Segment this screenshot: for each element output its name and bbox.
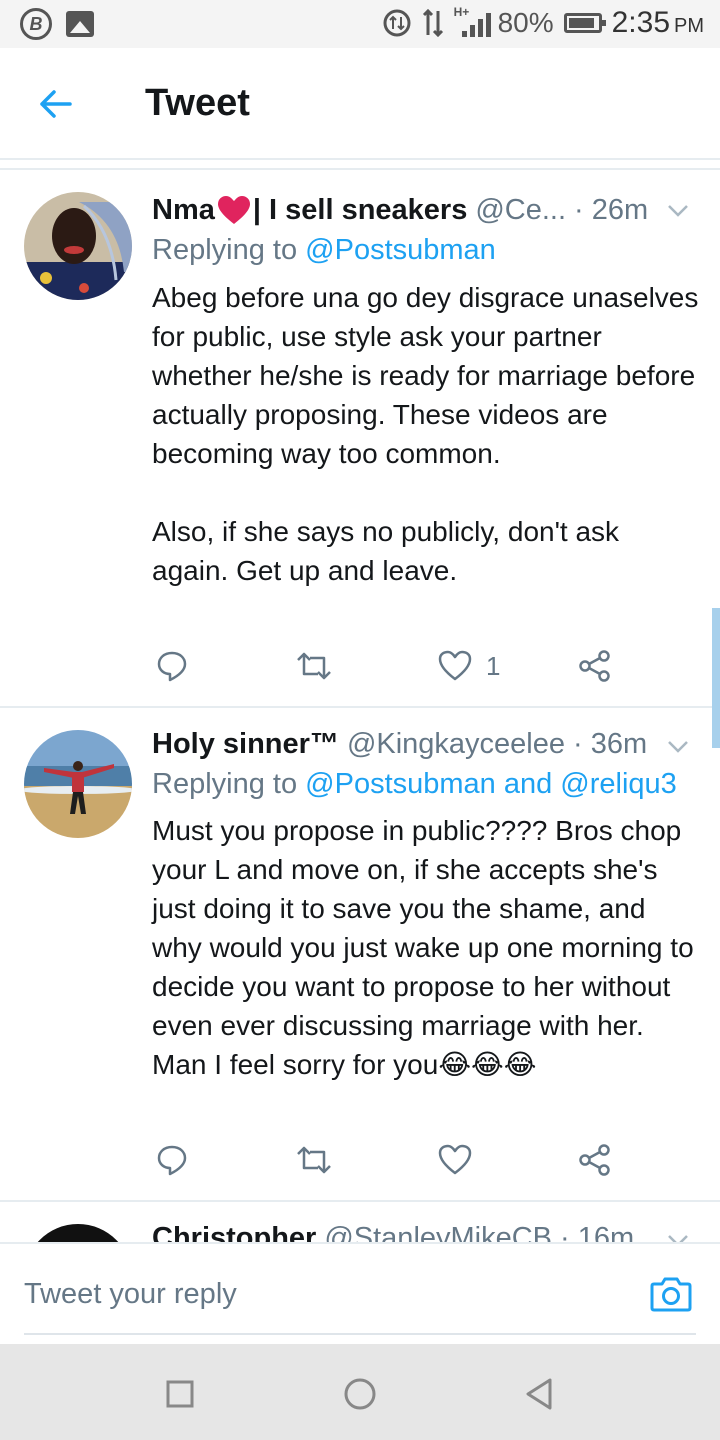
b-circle-icon: B — [20, 8, 52, 40]
reply-icon — [157, 651, 187, 682]
reply-button[interactable] — [156, 1140, 188, 1180]
retweet-icon — [297, 652, 331, 680]
reply-button[interactable] — [156, 646, 188, 686]
reply-input[interactable]: Tweet your reply — [24, 1278, 237, 1311]
share-icon — [579, 1144, 610, 1176]
avatar[interactable] — [24, 192, 132, 300]
tweet-actions — [152, 1140, 632, 1180]
home-circle-icon[interactable] — [340, 1374, 380, 1414]
like-button[interactable] — [438, 1140, 486, 1180]
scrollbar[interactable] — [712, 608, 720, 748]
tweet-header: Holy sinner™ @Kingkayceelee · 36m — [152, 728, 647, 761]
chevron-down-icon[interactable] — [666, 734, 690, 758]
avatar[interactable] — [24, 1224, 132, 1242]
back-arrow-icon[interactable] — [36, 84, 76, 124]
replying-to: Replying to @Postsubman and @reliqu3 — [152, 768, 677, 801]
status-left-icons: B — [20, 8, 94, 40]
camera-icon[interactable] — [650, 1274, 692, 1312]
tweet-time: · 26m — [574, 194, 649, 226]
author-handle[interactable]: @StanleyMikeCB — [324, 1222, 552, 1242]
replying-to-link[interactable]: @Postsubman — [305, 234, 496, 266]
like-count: 1 — [486, 650, 501, 681]
replying-to-prefix: Replying to — [152, 768, 306, 800]
tweet-reply[interactable]: Holy sinner™ @Kingkayceelee · 36m Replyi… — [0, 708, 720, 1200]
reply-compose-bar: Tweet your reply — [0, 1242, 720, 1344]
author-name[interactable]: Nma — [152, 194, 215, 227]
tweet-time: · 36m — [573, 728, 648, 760]
tweet-reply[interactable]: Christopher @StanleyMikeCB · 16m — [0, 1202, 720, 1242]
chevron-down-icon[interactable] — [666, 198, 690, 222]
heart-outline-icon — [438, 650, 472, 681]
retweet-button[interactable] — [296, 1140, 332, 1180]
heart-outline-icon — [438, 1144, 472, 1175]
image-icon — [66, 11, 94, 37]
clock-suffix: PM — [674, 15, 704, 37]
author-name[interactable]: Holy sinner™ — [152, 728, 339, 761]
share-button[interactable] — [578, 646, 612, 686]
red-heart-emoji-icon — [217, 195, 250, 224]
tweet-actions: 1 — [152, 646, 632, 686]
author-name-text: Nma — [152, 194, 215, 226]
clock-time: 2:35 — [611, 6, 670, 39]
retweet-icon — [297, 1146, 331, 1174]
author-handle[interactable]: @Ce... — [475, 194, 566, 227]
retweet-button[interactable] — [296, 646, 332, 686]
recents-square-icon[interactable] — [160, 1374, 200, 1414]
like-button[interactable]: 1 — [438, 646, 500, 686]
back-triangle-icon[interactable] — [520, 1374, 560, 1414]
system-navigation-bar — [0, 1344, 720, 1440]
data-transfer-icon — [422, 9, 443, 37]
data-saver-icon — [383, 9, 411, 37]
avatar[interactable] — [24, 730, 132, 838]
page-title: Tweet — [145, 82, 250, 124]
battery-icon — [563, 13, 606, 33]
chevron-down-icon[interactable] — [666, 1228, 690, 1242]
tweet-header: Christopher @StanleyMikeCB · 16m — [152, 1222, 634, 1242]
battery-percent: 80% — [497, 7, 554, 38]
replying-to-link[interactable]: @Postsubman and @reliqu3 — [305, 768, 677, 800]
author-name[interactable]: Christopher — [152, 1222, 316, 1242]
tweet-reply[interactable]: Nma | I sell sneakers @Ce... · 26m Reply… — [0, 170, 720, 706]
signal-icon: H+ — [454, 5, 491, 37]
share-icon — [579, 650, 610, 682]
replying-to-prefix: Replying to — [152, 234, 306, 266]
status-bar: B H+ 80% 2:35 PM — [0, 0, 720, 48]
share-button[interactable] — [578, 1140, 612, 1180]
tweet-header: Nma | I sell sneakers @Ce... · 26m — [152, 194, 648, 227]
replying-to: Replying to @Postsubman — [152, 234, 496, 267]
clock: 2:35 PM — [612, 6, 704, 40]
author-name-suffix: | I sell sneakers — [252, 194, 468, 226]
reply-icon — [157, 1145, 187, 1176]
status-right-icons: H+ 80% 2:35 PM — [382, 5, 704, 40]
tweet-text: Must you propose in public???? Bros chop… — [152, 815, 702, 1080]
author-handle[interactable]: @Kingkayceelee — [347, 728, 565, 761]
input-underline — [24, 1333, 696, 1335]
tweet-time: · 16m — [560, 1222, 635, 1242]
top-app-bar: Tweet — [0, 48, 720, 160]
tweet-text: Abeg before una go dey disgrace unaselve… — [152, 282, 699, 586]
